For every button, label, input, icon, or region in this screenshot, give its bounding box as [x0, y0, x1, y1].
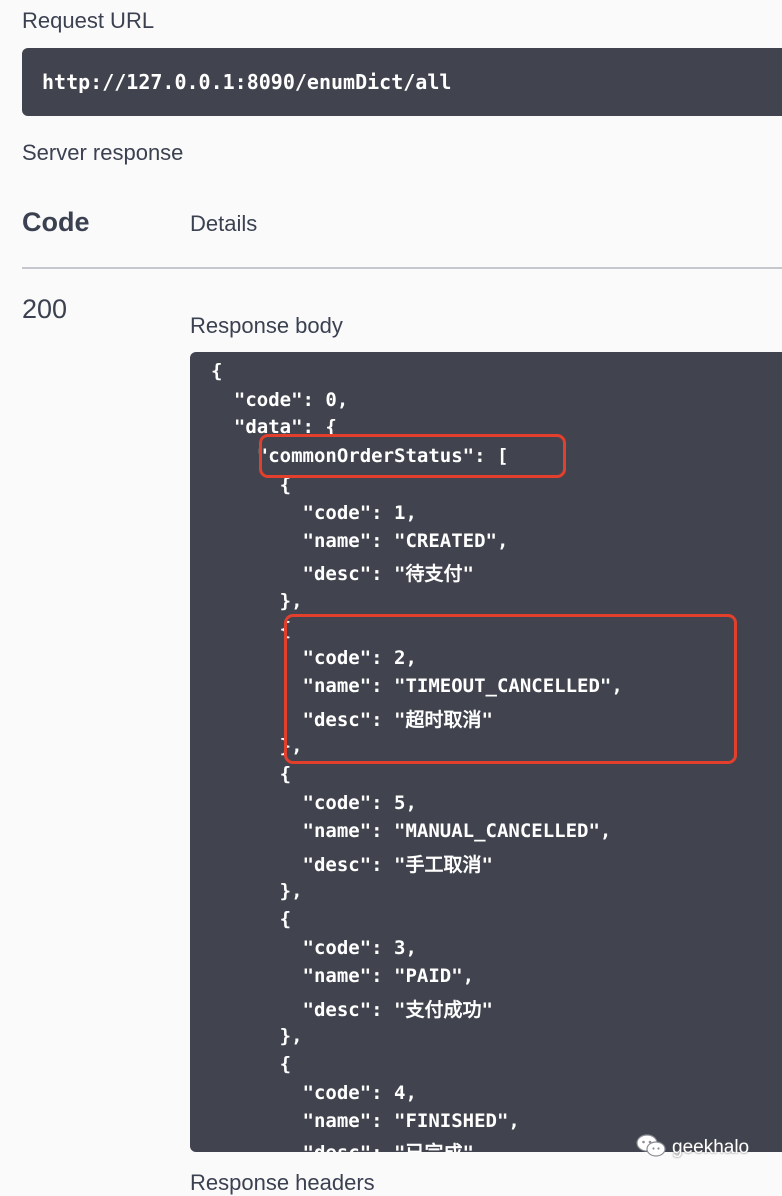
code-line: {: [211, 474, 292, 496]
details-column-header: Details: [190, 211, 258, 236]
code-line: {: [211, 618, 292, 640]
code-line: {: [211, 908, 292, 930]
highlight-box-common-order-status: [259, 434, 566, 478]
request-url-label: Request URL: [22, 8, 155, 33]
code-line: "code": 3,: [211, 937, 417, 959]
request-url-value[interactable]: http://127.0.0.1:8090/enumDict/all: [42, 70, 451, 94]
code-line: "code": 0,: [211, 389, 349, 411]
code-line: },: [211, 880, 303, 902]
code-line: "desc": "已完成": [211, 1138, 474, 1152]
code-column-header: Code: [22, 207, 90, 237]
status-code: 200: [22, 294, 68, 324]
watermark-text: geekhalo: [672, 1137, 750, 1158]
response-headers-label: Response headers: [190, 1170, 375, 1195]
server-response-label: Server response: [22, 140, 184, 165]
code-line: "desc": "待支付": [211, 563, 474, 585]
code-line: "desc": "支付成功": [211, 999, 493, 1021]
header-divider: [22, 267, 782, 269]
code-line: },: [211, 1025, 303, 1047]
request-url-box[interactable]: http://127.0.0.1:8090/enumDict/all: [22, 48, 782, 116]
response-body-label: Response body: [190, 313, 343, 338]
code-line: "desc": "手工取消": [211, 854, 493, 876]
code-line: "name": "CREATED",: [211, 530, 509, 552]
code-line: {: [211, 763, 292, 785]
code-line: "code": 5,: [211, 792, 417, 814]
code-line: "name": "MANUAL_CANCELLED",: [211, 820, 612, 842]
code-line: "name": "PAID",: [211, 965, 475, 987]
watermark: geekhalo: [636, 1131, 749, 1165]
code-line: "code": 4,: [211, 1082, 417, 1104]
code-line: "code": 1,: [211, 502, 417, 524]
code-line: {: [211, 1053, 292, 1075]
code-line: {: [211, 360, 223, 382]
code-line: "name": "FINISHED",: [211, 1110, 520, 1132]
highlight-box-timeout-cancelled: [284, 614, 737, 764]
wechat-icon: [636, 1133, 666, 1164]
